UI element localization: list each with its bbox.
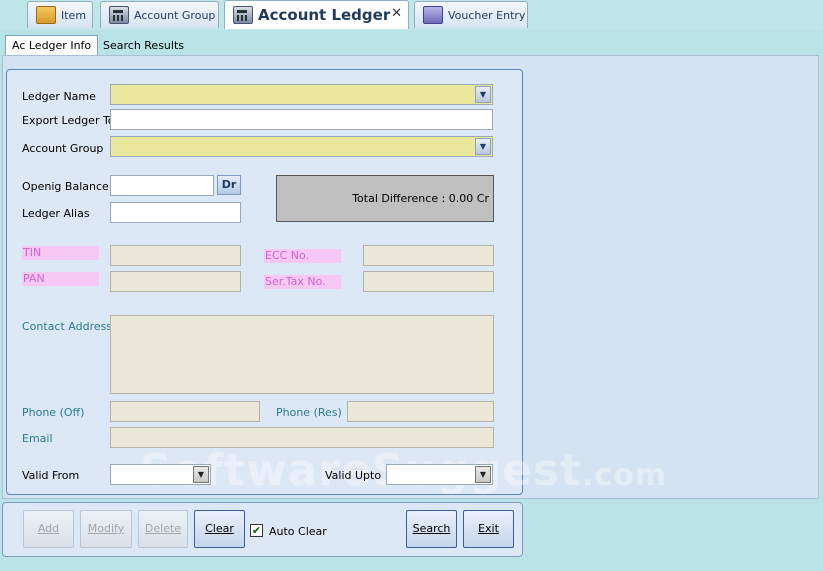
auto-clear-checkbox[interactable]: ✔: [250, 524, 263, 537]
search-button[interactable]: Search: [406, 510, 457, 548]
contact-address-textarea[interactable]: [110, 315, 494, 394]
ledger-name-label: Ledger Name: [22, 90, 96, 103]
subtab-label: Ac Ledger Info: [12, 39, 92, 52]
ser-tax-no-input[interactable]: [363, 271, 494, 292]
auto-clear-label: Auto Clear: [269, 525, 327, 538]
valid-upto-label: Valid Upto: [325, 469, 382, 482]
total-difference-box: Total Difference : 0.00 Cr: [276, 175, 494, 222]
tab-voucher-entry[interactable]: Voucher Entry: [414, 1, 528, 28]
tab-label: Account Ledger: [258, 6, 391, 24]
ledger-alias-input[interactable]: [110, 202, 241, 223]
phone-off-input[interactable]: [110, 401, 260, 422]
tab-label: Account Group: [134, 8, 216, 22]
tab-account-ledger[interactable]: Account Ledger ✕: [224, 0, 409, 29]
account-group-label: Account Group: [22, 142, 104, 155]
tab-item[interactable]: Item: [27, 1, 93, 28]
export-ledger-label: Export Ledger To: [22, 114, 115, 127]
tin-input[interactable]: [110, 245, 241, 266]
valid-from-label: Valid From: [22, 469, 80, 482]
opening-balance-input[interactable]: [110, 175, 214, 196]
ledger-name-combobox[interactable]: ▼: [110, 84, 493, 105]
close-icon[interactable]: ✕: [391, 6, 402, 21]
chevron-down-icon[interactable]: ▼: [475, 138, 491, 155]
opening-balance-label: Openig Balance: [22, 180, 109, 193]
chevron-down-icon[interactable]: ▼: [475, 86, 491, 103]
chevron-down-icon[interactable]: ▼: [193, 466, 209, 483]
ecc-no-label: ECC No.: [264, 249, 341, 263]
phone-res-label: Phone (Res): [276, 406, 342, 419]
subtab-search-results[interactable]: Search Results: [97, 35, 190, 55]
tab-account-group[interactable]: Account Group: [100, 1, 219, 28]
document-tab-strip: Item Account Group Account Ledger ✕ Vouc…: [0, 0, 823, 30]
calculator-icon: [109, 6, 129, 24]
total-difference-text: Total Difference : 0.00 Cr: [352, 192, 489, 205]
modify-button[interactable]: Modify: [80, 510, 132, 548]
voucher-icon: [423, 6, 443, 24]
calculator-icon: [233, 6, 253, 24]
account-group-combobox[interactable]: ▼: [110, 136, 493, 157]
box-icon: [36, 6, 56, 24]
export-ledger-input[interactable]: [110, 109, 493, 130]
ledger-alias-label: Ledger Alias: [22, 207, 90, 220]
clear-button[interactable]: Clear: [194, 510, 245, 548]
phone-res-input[interactable]: [347, 401, 494, 422]
add-button[interactable]: Add: [23, 510, 74, 548]
tin-label: TIN: [22, 246, 99, 260]
chevron-down-icon[interactable]: ▼: [475, 466, 491, 483]
contact-address-label: Contact Address: [22, 320, 113, 333]
ser-tax-no-label: Ser.Tax No.: [264, 275, 341, 289]
tab-label: Voucher Entry: [448, 8, 526, 22]
dr-cr-toggle-button[interactable]: Dr: [217, 175, 241, 195]
tab-label: Item: [61, 8, 87, 22]
exit-button[interactable]: Exit: [463, 510, 514, 548]
pan-input[interactable]: [110, 271, 241, 292]
subtab-label: Search Results: [103, 38, 185, 52]
valid-upto-datepicker[interactable]: ▼: [386, 464, 493, 485]
pan-label: PAN: [22, 272, 99, 286]
phone-off-label: Phone (Off): [22, 406, 85, 419]
ecc-no-input[interactable]: [363, 245, 494, 266]
email-input[interactable]: [110, 427, 494, 448]
delete-button[interactable]: Delete: [138, 510, 188, 548]
email-label: Email: [22, 432, 53, 445]
valid-from-datepicker[interactable]: ▼: [110, 464, 211, 485]
subtab-ac-ledger-info[interactable]: Ac Ledger Info: [5, 35, 99, 55]
